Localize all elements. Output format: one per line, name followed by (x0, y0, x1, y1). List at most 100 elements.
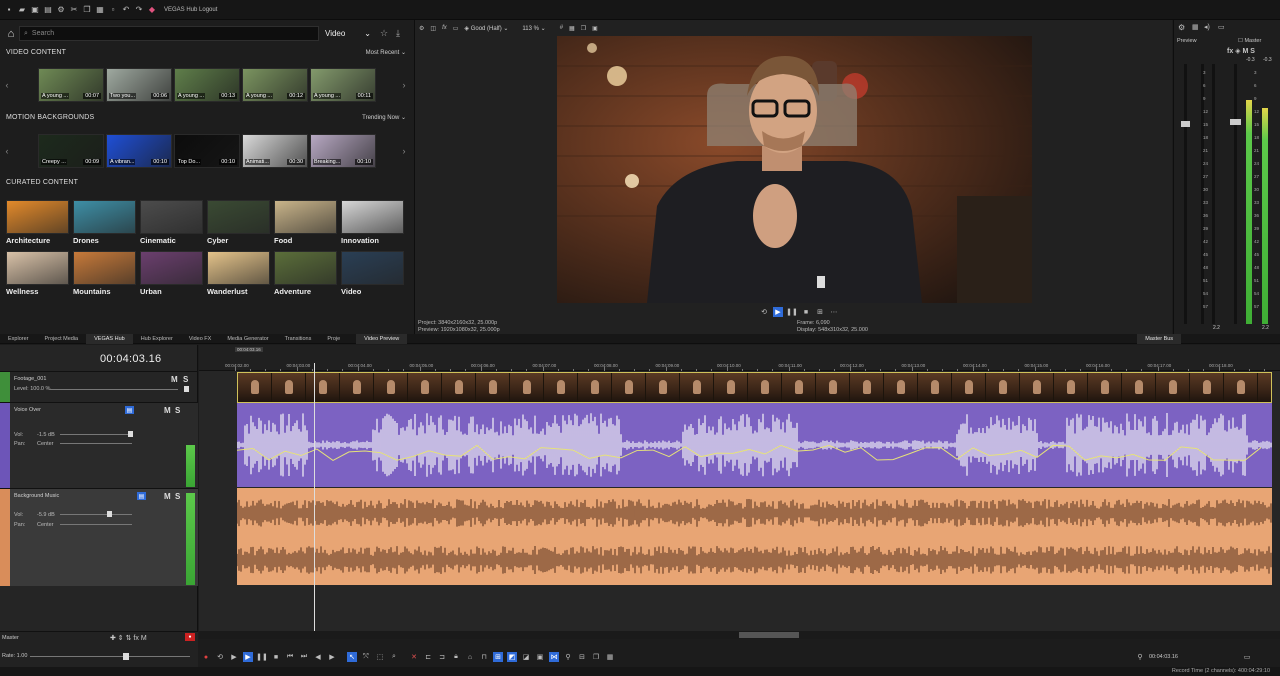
region-icon[interactable]: ⊓ (479, 652, 489, 662)
track-header-music[interactable]: Background Music ▤ M S Vol: -5.9 dB Pan:… (0, 488, 198, 586)
home-icon[interactable]: ⌂ (3, 26, 19, 41)
record-icon[interactable]: ● (201, 652, 211, 662)
dock-tab[interactable]: Video Preview (356, 333, 408, 344)
mute-button[interactable]: M (164, 492, 171, 501)
curated-category-card[interactable]: Drones (73, 200, 136, 246)
timeline-area[interactable]: 00:04:03.16 00:04:02.00 00:04:03.00 00:04:… (199, 345, 1280, 639)
hub-thumbnail[interactable]: Top Do... 00:10 (174, 134, 240, 168)
fx-chain-icon[interactable]: ▤ (137, 492, 146, 500)
settings-icon[interactable]: ▦ (1192, 23, 1199, 31)
new-project-icon[interactable]: ▪ (4, 4, 14, 16)
play-icon[interactable]: ▶ (243, 652, 253, 662)
envelope-tool-icon[interactable]: ⤲ (361, 652, 371, 662)
pause-icon[interactable]: ❚❚ (256, 652, 268, 662)
copy-icon[interactable]: ❐ (82, 4, 92, 16)
fx-icon[interactable]: fx (442, 25, 447, 31)
preview-fader-track[interactable] (1184, 64, 1187, 324)
preview-zoom-select[interactable]: 113 % ⌄ (522, 25, 545, 32)
level-slider[interactable] (50, 389, 178, 390)
solo-button[interactable]: S (175, 492, 180, 501)
dock-tab[interactable]: Explorer (0, 334, 36, 344)
video-content-sort[interactable]: Most Recent ⌄ (366, 49, 406, 56)
loop-icon[interactable]: ⟲ (215, 652, 225, 662)
save-snapshot-icon[interactable]: ▣ (592, 25, 598, 32)
cut-icon[interactable]: ✂ (69, 4, 79, 16)
hub-search-input[interactable]: ⌕ Search (19, 26, 319, 41)
pan-slider[interactable] (60, 443, 132, 444)
stop-icon[interactable]: ■ (801, 307, 811, 317)
level-slider-knob[interactable] (184, 386, 189, 392)
chevron-right-icon[interactable]: › (399, 134, 409, 168)
dock-tab[interactable]: Transitions (277, 334, 320, 344)
vol-slider[interactable] (60, 514, 132, 515)
vol-slider-knob[interactable] (128, 431, 133, 437)
star-icon[interactable]: ☆ (377, 28, 391, 39)
go-to-start-icon[interactable]: ⏮ (285, 652, 295, 662)
stop-icon[interactable]: ■ (271, 652, 281, 662)
render-icon[interactable]: ▤ (43, 4, 53, 16)
paste-icon[interactable]: ▦ (95, 4, 105, 16)
track-header-voice[interactable]: Voice Over ▤ M S Vol: -1.5 dB Pan: Cente… (0, 402, 198, 488)
gear-icon[interactable]: ⚙ (1178, 23, 1185, 32)
dock-tab[interactable]: Project Media (36, 334, 86, 344)
curated-category-card[interactable]: Video (341, 251, 404, 297)
vol-slider-knob[interactable] (107, 511, 112, 517)
gear-icon[interactable]: ⚙ (419, 25, 424, 32)
crossfade-icon[interactable]: ⋈ (549, 652, 559, 662)
dock-tab[interactable]: Master Bus (1137, 333, 1182, 344)
delete-icon[interactable]: ✕ (409, 652, 419, 662)
loop-icon[interactable]: ⟲ (759, 307, 769, 317)
magic-icon[interactable]: ⚲ (563, 652, 573, 662)
curated-category-card[interactable]: Urban (140, 251, 203, 297)
playhead-cursor[interactable] (314, 363, 315, 631)
hub-logout-link[interactable]: VEGAS Hub Logout (164, 7, 217, 13)
ignore-grouping-icon[interactable]: ▣ (535, 652, 545, 662)
next-frame-icon[interactable]: ▶ (327, 652, 337, 662)
prev-frame-icon[interactable]: ◀ (313, 652, 323, 662)
scrollbar-thumb[interactable] (739, 632, 799, 638)
save-icon[interactable]: ▣ (30, 4, 40, 16)
dock-tab[interactable]: Media Generator (219, 334, 276, 344)
mute-button[interactable]: M (171, 375, 178, 384)
rate-slider[interactable] (30, 656, 190, 657)
curated-category-card[interactable]: Innovation (341, 200, 404, 246)
category-select[interactable]: Video ⌄ (319, 29, 377, 38)
more-icon[interactable]: ⋯ (829, 307, 839, 317)
hub-thumbnail[interactable]: A young ... 00:12 (242, 68, 308, 102)
mute-button[interactable]: M (164, 406, 171, 415)
properties-icon[interactable]: ⚙ (56, 4, 66, 16)
dock-tab[interactable]: Proje (319, 334, 348, 344)
preview-fader-knob[interactable] (1181, 121, 1190, 127)
hub-thumbnail[interactable]: Animati... 00:30 (242, 134, 308, 168)
curated-category-card[interactable]: Adventure (274, 251, 337, 297)
footage-clip[interactable] (237, 372, 1272, 403)
hub-thumbnail[interactable]: A young ... 00:11 (310, 68, 376, 102)
play-from-start-icon[interactable]: ▶ (229, 652, 239, 662)
pause-icon[interactable]: ❚❚ (786, 307, 798, 317)
split-screen-icon[interactable]: ◫ (430, 25, 436, 32)
dock-tab[interactable]: VEGAS Hub (86, 333, 133, 344)
paste-icon[interactable]: ▦ (605, 652, 615, 662)
play-icon[interactable]: ▶ (773, 307, 783, 317)
auto-ripple-icon[interactable]: ◩ (507, 652, 517, 662)
snapping-icon[interactable]: ⊞ (493, 652, 503, 662)
hub-thumbnail[interactable]: Two you... 00:06 (106, 68, 172, 102)
curated-category-card[interactable]: Wanderlust (207, 251, 270, 297)
chevron-left-icon[interactable]: ‹ (2, 134, 12, 168)
voice-over-clip[interactable] (237, 403, 1272, 487)
lock-icon[interactable]: 🔒︎ (451, 652, 461, 662)
curated-category-card[interactable]: Mountains (73, 251, 136, 297)
redo-icon[interactable]: ↷ (134, 4, 144, 16)
master-track-controls[interactable]: ✚ ⇕ ⇅ fx M (110, 634, 147, 642)
normal-edit-tool-icon[interactable]: ↖ (347, 652, 357, 662)
motion-backgrounds-sort[interactable]: Trending Now ⌄ (362, 114, 406, 121)
dock-tab[interactable]: Video FX (181, 334, 220, 344)
downmix-icon[interactable]: ▭ (1218, 23, 1225, 31)
dock-tab[interactable]: Hub Explorer (133, 334, 181, 344)
grid-icon[interactable]: # (560, 25, 563, 31)
solo-button[interactable]: S (183, 375, 188, 384)
open-folder-icon[interactable]: ▰ (17, 4, 27, 16)
render-region-icon[interactable]: ⊟ (577, 652, 587, 662)
split-icon[interactable]: ⊐ (437, 652, 447, 662)
hub-thumbnail[interactable]: Creepy ... 00:09 (38, 134, 104, 168)
